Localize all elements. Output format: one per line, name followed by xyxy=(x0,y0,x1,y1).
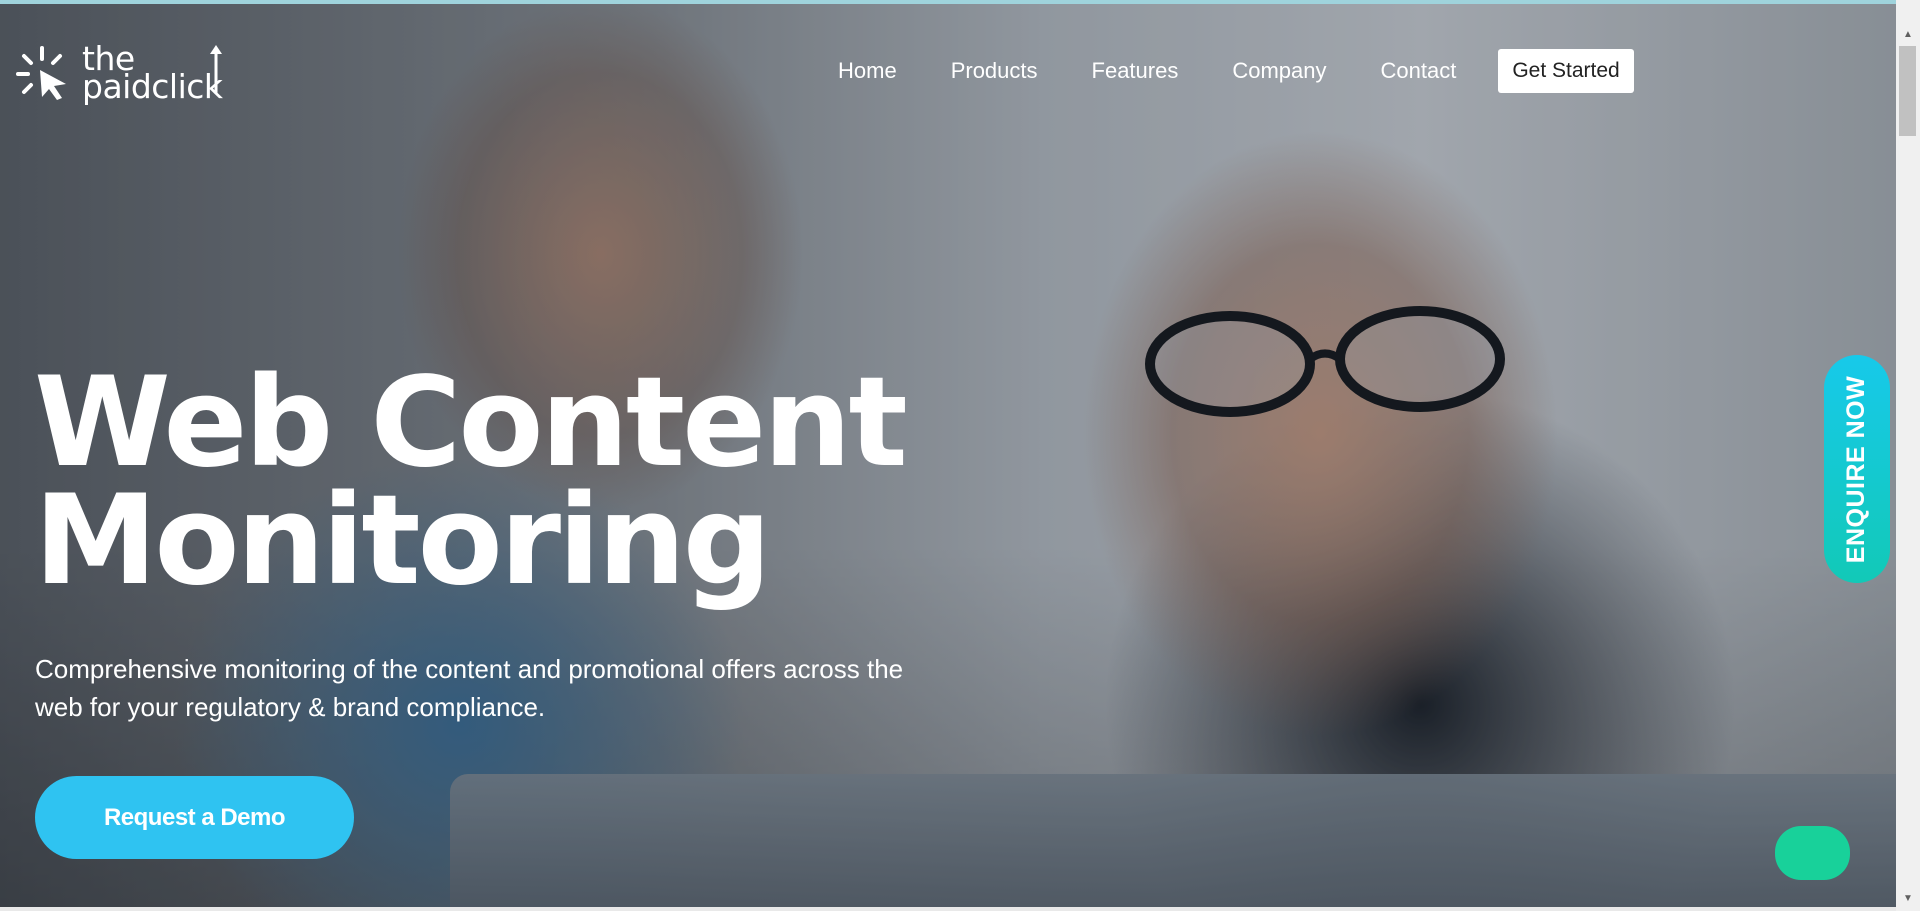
hero-title: Web Content Monitoring xyxy=(34,361,954,603)
request-demo-button[interactable]: Request a Demo xyxy=(35,776,354,859)
vertical-scrollbar[interactable]: ▲ ▼ xyxy=(1896,0,1920,911)
logo-wordmark: the paidclick xyxy=(82,42,223,106)
enquire-now-label: ENQUIRE NOW xyxy=(1842,375,1871,563)
logo-word-paidclick: paidclick xyxy=(82,67,223,106)
nav-contact[interactable]: Contact xyxy=(1381,48,1457,94)
get-started-button[interactable]: Get Started xyxy=(1498,49,1634,93)
nav-home[interactable]: Home xyxy=(838,48,897,94)
enquire-now-tab[interactable]: ENQUIRE NOW xyxy=(1824,355,1890,583)
nav-products[interactable]: Products xyxy=(951,48,1038,94)
chat-bubble-icon[interactable] xyxy=(1775,826,1850,880)
scroll-down-arrow-icon[interactable]: ▼ xyxy=(1896,888,1920,908)
horizontal-scrollbar[interactable] xyxy=(0,907,1896,911)
main-nav: Home Products Features Company Contact G… xyxy=(838,48,1634,94)
scrollbar-thumb[interactable] xyxy=(1899,46,1916,136)
nav-features[interactable]: Features xyxy=(1092,48,1179,94)
scroll-up-arrow-icon[interactable]: ▲ xyxy=(1896,24,1920,44)
up-arrow-icon xyxy=(209,45,222,94)
hero-title-line2: Monitoring xyxy=(34,469,772,613)
hero-subtitle: Comprehensive monitoring of the content … xyxy=(35,654,904,722)
nav-company[interactable]: Company xyxy=(1232,48,1326,94)
site-logo[interactable]: the paidclick xyxy=(16,42,246,106)
cursor-burst-icon xyxy=(16,46,66,100)
